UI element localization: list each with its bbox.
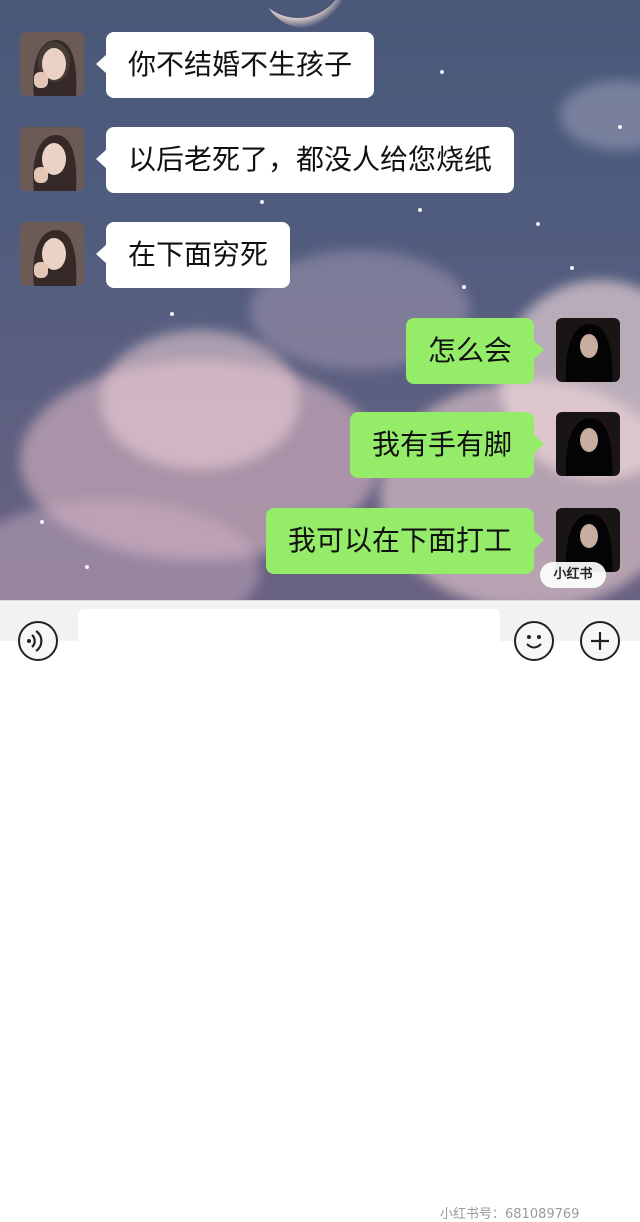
xiaohongshu-id-watermark: 小红书号：681089769 (440, 1207, 580, 1222)
message-input[interactable] (78, 609, 500, 653)
message-row: 怎么会 (405, 318, 620, 384)
emoji-icon (526, 635, 542, 649)
contact-avatar[interactable] (20, 32, 84, 96)
sent-message-bubble[interactable]: 我有手有脚 (349, 412, 545, 478)
star (462, 285, 466, 289)
my-avatar[interactable] (556, 318, 620, 382)
star (570, 266, 574, 270)
star (40, 520, 44, 524)
message-row: 你不结婚不生孩子 (20, 32, 375, 98)
received-message-bubble[interactable]: 以后老死了，都没人给您烧纸 (95, 127, 515, 193)
my-avatar[interactable] (556, 412, 620, 476)
voice-icon (27, 630, 43, 652)
plus-button[interactable] (580, 621, 620, 661)
cloud-decoration (560, 80, 640, 150)
message-row: 在下面穷死 (20, 222, 291, 288)
xiaohongshu-watermark-logo: 小红书 (540, 562, 606, 588)
cloud-decoration (100, 330, 300, 470)
star (170, 312, 174, 316)
sent-message-bubble[interactable]: 怎么会 (405, 318, 545, 384)
voice-button[interactable] (18, 621, 58, 661)
emoji-button[interactable] (514, 621, 554, 661)
contact-avatar[interactable] (20, 222, 84, 286)
star (618, 125, 622, 129)
message-row: 我有手有脚 (349, 412, 620, 478)
star (536, 222, 540, 226)
plus-icon (591, 632, 609, 650)
star (440, 70, 444, 74)
star (260, 200, 264, 204)
contact-avatar[interactable] (20, 127, 84, 191)
star (85, 565, 89, 569)
sent-message-bubble[interactable]: 我可以在下面打工 (265, 508, 545, 574)
message-row: 以后老死了，都没人给您烧纸 (20, 127, 515, 193)
input-bar: 小红书号：681089769 (0, 600, 640, 1222)
received-message-bubble[interactable]: 在下面穷死 (95, 222, 291, 288)
star (418, 208, 422, 212)
received-message-bubble[interactable]: 你不结婚不生孩子 (95, 32, 375, 98)
